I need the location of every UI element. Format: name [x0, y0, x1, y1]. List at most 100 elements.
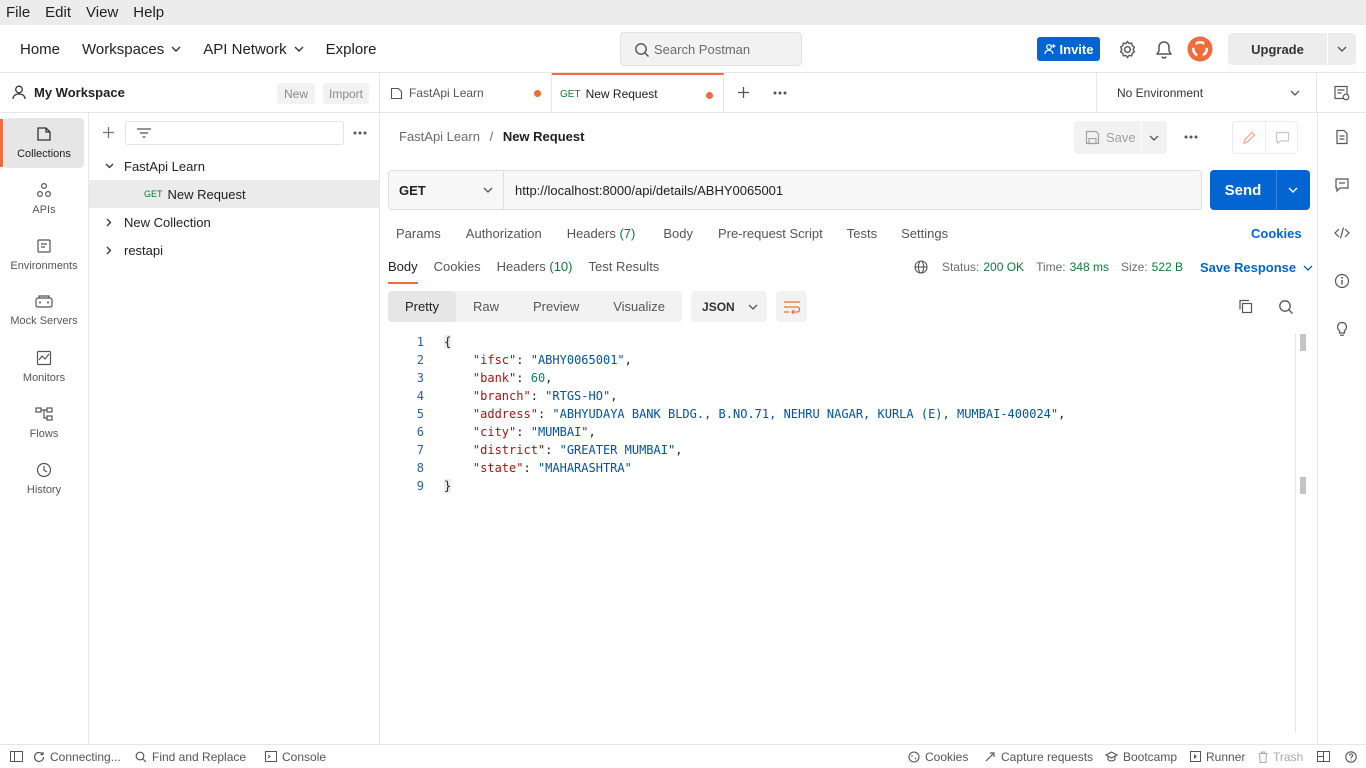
- bootcamp-button[interactable]: Bootcamp: [1105, 750, 1177, 764]
- environment-quick-look-icon[interactable]: [1334, 85, 1350, 101]
- code-line: "city": "MUMBAI",: [472, 425, 596, 439]
- breadcrumb-current[interactable]: New Request: [503, 129, 585, 144]
- avatar[interactable]: [1187, 36, 1213, 62]
- invite-button[interactable]: Invite: [1037, 37, 1100, 61]
- nav-api-network[interactable]: API Network: [203, 41, 304, 58]
- copy-icon[interactable]: [1238, 299, 1253, 314]
- comments-icon[interactable]: [1334, 177, 1350, 193]
- status-value[interactable]: 200 OK: [983, 260, 1024, 274]
- nav-workspaces[interactable]: Workspaces: [82, 41, 181, 58]
- view-raw[interactable]: Raw: [456, 291, 516, 322]
- documentation-icon[interactable]: [1334, 129, 1350, 145]
- tree-item-restapi[interactable]: restapi: [89, 236, 379, 264]
- cookies-button[interactable]: Cookies: [908, 750, 968, 764]
- view-preview[interactable]: Preview: [516, 291, 596, 322]
- capture-requests-button[interactable]: Capture requests: [984, 750, 1093, 764]
- chevron-down-icon[interactable]: [1328, 46, 1356, 52]
- rail-apis[interactable]: APIs: [4, 174, 84, 224]
- chevron-down-icon[interactable]: [1288, 187, 1298, 193]
- tab-settings[interactable]: Settings: [901, 226, 948, 241]
- two-pane-view-icon[interactable]: [1317, 751, 1335, 762]
- breadcrumb: FastApi Learn / New Request: [399, 129, 585, 144]
- upgrade-button[interactable]: Upgrade: [1228, 33, 1356, 65]
- code-icon[interactable]: [1334, 225, 1350, 241]
- request-tabs-bar: FastApi Learn GET New Request No Environ…: [380, 73, 1366, 113]
- send-button[interactable]: Send: [1210, 170, 1310, 210]
- size-value[interactable]: 522 B: [1152, 260, 1183, 274]
- wrap-lines-button[interactable]: [776, 291, 808, 322]
- find-replace-button[interactable]: Find and Replace: [135, 750, 246, 764]
- trash-button[interactable]: Trash: [1258, 750, 1303, 764]
- info-icon[interactable]: [1334, 273, 1350, 289]
- collection-filter-input[interactable]: [125, 121, 344, 145]
- comment-icon[interactable]: [1275, 131, 1290, 145]
- flows-icon: [35, 407, 53, 421]
- help-icon[interactable]: [1345, 750, 1362, 763]
- runner-button[interactable]: Runner: [1190, 750, 1245, 764]
- menu-edit[interactable]: Edit: [45, 4, 71, 21]
- toggle-sidebar-icon[interactable]: [10, 751, 28, 762]
- tab-pre-request-script[interactable]: Pre-request Script: [718, 226, 823, 241]
- more-actions-icon[interactable]: [1184, 135, 1198, 139]
- tab-new-request[interactable]: GET New Request: [552, 73, 724, 113]
- lightbulb-icon[interactable]: [1334, 321, 1350, 337]
- more-options-icon[interactable]: [353, 131, 367, 135]
- response-tab-cookies[interactable]: Cookies: [434, 259, 481, 284]
- tab-authorization[interactable]: Authorization: [466, 226, 542, 241]
- rail-environments[interactable]: Environments: [4, 230, 84, 280]
- nav-home[interactable]: Home: [20, 41, 60, 58]
- settings-gear-icon[interactable]: [1118, 40, 1137, 59]
- menu-file[interactable]: File: [6, 4, 30, 21]
- rail-mock-servers[interactable]: Mock Servers: [4, 286, 84, 336]
- import-button[interactable]: Import: [323, 83, 369, 104]
- tab-headers[interactable]: Headers (7): [567, 226, 636, 241]
- format-select[interactable]: JSON: [691, 291, 768, 322]
- search-input[interactable]: Search Postman: [620, 32, 802, 66]
- chevron-down-icon[interactable]: [1149, 135, 1159, 141]
- scrollbar-thumb[interactable]: [1300, 334, 1306, 351]
- time-value[interactable]: 348 ms: [1070, 260, 1109, 274]
- tab-fastapi-learn[interactable]: FastApi Learn: [380, 73, 552, 113]
- rail-collections[interactable]: Collections: [4, 118, 84, 168]
- response-body[interactable]: 1 { 2 "ifsc": "ABHY0065001", 3 "bank": 6…: [380, 333, 1295, 738]
- rail-history[interactable]: History: [4, 454, 84, 504]
- save-button[interactable]: Save: [1074, 121, 1167, 154]
- response-tab-body[interactable]: Body: [388, 259, 418, 284]
- menu-view[interactable]: View: [86, 4, 118, 21]
- url-bar: GET http://localhost:8000/api/details/AB…: [388, 170, 1202, 210]
- rail-flows[interactable]: Flows: [4, 398, 84, 448]
- view-pretty[interactable]: Pretty: [388, 291, 456, 322]
- tree-item-fastapi-learn[interactable]: FastApi Learn: [89, 152, 379, 180]
- connection-status[interactable]: Connecting...: [33, 750, 121, 764]
- code-line: "state": "MAHARASHTRA": [472, 461, 632, 475]
- response-tab-test-results[interactable]: Test Results: [589, 259, 660, 284]
- console-button[interactable]: Console: [265, 750, 326, 764]
- view-visualize[interactable]: Visualize: [596, 291, 682, 322]
- new-tab-plus-icon[interactable]: [737, 86, 750, 99]
- scrollbar-thumb[interactable]: [1300, 477, 1306, 494]
- globe-icon[interactable]: [914, 260, 928, 274]
- tab-body[interactable]: Body: [663, 226, 693, 241]
- breadcrumb-parent[interactable]: FastApi Learn: [399, 129, 480, 144]
- menu-help[interactable]: Help: [133, 4, 164, 21]
- url-input[interactable]: http://localhost:8000/api/details/ABHY00…: [504, 183, 783, 198]
- more-tabs-icon[interactable]: [773, 91, 787, 95]
- new-button[interactable]: New: [277, 83, 315, 104]
- edit-pencil-icon[interactable]: [1242, 131, 1256, 145]
- method-select[interactable]: GET: [389, 171, 504, 209]
- tab-tests[interactable]: Tests: [847, 226, 877, 241]
- code-line: "ifsc": "ABHY0065001",: [472, 353, 632, 367]
- tree-item-new-request[interactable]: GET New Request: [89, 180, 379, 208]
- response-tab-headers[interactable]: Headers (10): [497, 259, 573, 284]
- tab-params[interactable]: Params: [396, 226, 441, 241]
- add-collection-icon[interactable]: [102, 126, 115, 139]
- search-response-icon[interactable]: [1278, 299, 1294, 315]
- tree-item-new-collection[interactable]: New Collection: [89, 208, 379, 236]
- notifications-bell-icon[interactable]: [1155, 40, 1173, 59]
- save-response-button[interactable]: Save Response: [1200, 260, 1313, 275]
- nav-explore[interactable]: Explore: [326, 41, 377, 58]
- rail-monitors[interactable]: Monitors: [4, 342, 84, 392]
- chevron-down-icon: [1303, 265, 1313, 271]
- cookies-link[interactable]: Cookies: [1251, 226, 1302, 241]
- environment-select[interactable]: No Environment: [1096, 73, 1316, 113]
